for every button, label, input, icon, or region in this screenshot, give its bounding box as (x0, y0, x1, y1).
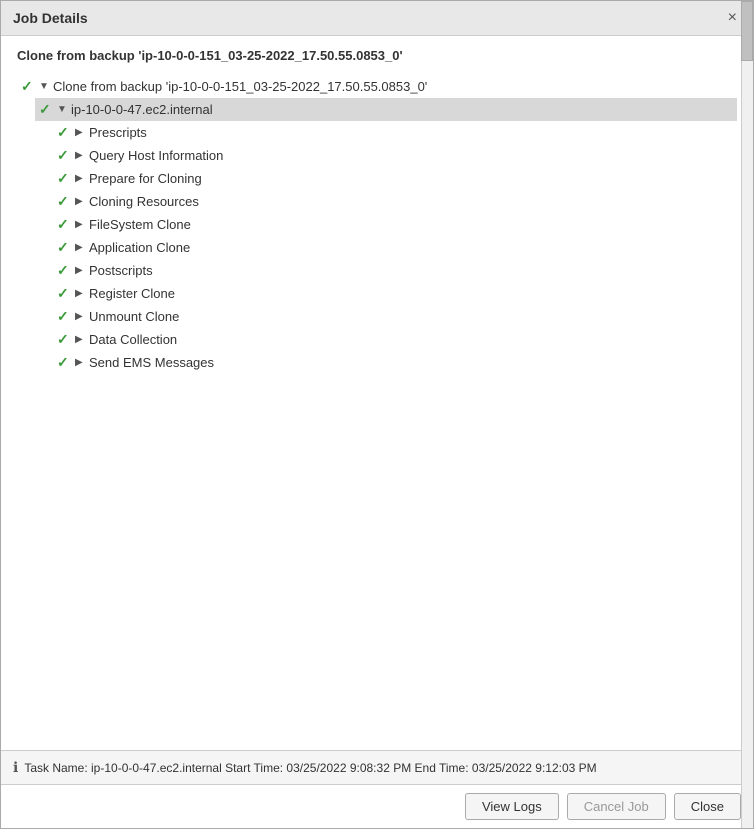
row-label: FileSystem Clone (89, 217, 191, 232)
tree-row[interactable]: ✓ ▶ Data Collection (53, 328, 737, 351)
expand-icon[interactable]: ▶ (75, 127, 89, 138)
row-label: ip-10-0-0-47.ec2.internal (71, 102, 213, 117)
check-icon: ✓ (57, 170, 75, 187)
row-label: Postscripts (89, 263, 153, 278)
row-label: Prescripts (89, 125, 147, 140)
expand-icon[interactable]: ▶ (75, 196, 89, 207)
expand-icon[interactable]: ▶ (75, 150, 89, 161)
check-icon: ✓ (57, 193, 75, 210)
tree-row[interactable]: ✓ ▶ FileSystem Clone (53, 213, 737, 236)
check-icon: ✓ (57, 147, 75, 164)
expand-icon[interactable]: ▶ (75, 311, 89, 322)
collapse-icon[interactable]: ▼ (39, 81, 53, 92)
view-logs-button[interactable]: View Logs (465, 793, 559, 820)
check-icon: ✓ (57, 216, 75, 233)
tree-row[interactable]: ✓ ▼ Clone from backup 'ip-10-0-0-151_03-… (17, 75, 737, 98)
tree-row[interactable]: ✓ ▶ Unmount Clone (53, 305, 737, 328)
footer-info-text: Task Name: ip-10-0-0-47.ec2.internal Sta… (24, 761, 596, 775)
row-label: Prepare for Cloning (89, 171, 202, 186)
tree-row[interactable]: ✓ ▶ Postscripts (53, 259, 737, 282)
tree-container: ✓ ▼ Clone from backup 'ip-10-0-0-151_03-… (17, 75, 737, 374)
dialog-body: Clone from backup 'ip-10-0-0-151_03-25-2… (1, 36, 753, 750)
tree-row[interactable]: ✓ ▶ Send EMS Messages (53, 351, 737, 374)
tree-row[interactable]: ✓ ▶ Prepare for Cloning (53, 167, 737, 190)
check-icon: ✓ (57, 331, 75, 348)
row-label: Send EMS Messages (89, 355, 214, 370)
footer-info-bar: ℹ Task Name: ip-10-0-0-47.ec2.internal S… (1, 750, 753, 784)
expand-icon[interactable]: ▶ (75, 357, 89, 368)
tree-row[interactable]: ✓ ▶ Application Clone (53, 236, 737, 259)
row-label: Register Clone (89, 286, 175, 301)
row-label: Application Clone (89, 240, 190, 255)
check-icon: ✓ (57, 308, 75, 325)
row-label: Unmount Clone (89, 309, 179, 324)
info-icon: ℹ (13, 759, 18, 776)
row-label: Data Collection (89, 332, 177, 347)
scrollbar-thumb[interactable] (741, 1, 753, 61)
check-icon: ✓ (21, 78, 39, 95)
main-title: Clone from backup 'ip-10-0-0-151_03-25-2… (17, 48, 737, 63)
cancel-job-button[interactable]: Cancel Job (567, 793, 666, 820)
expand-icon[interactable]: ▶ (75, 334, 89, 345)
expand-icon[interactable]: ▶ (75, 288, 89, 299)
collapse-icon[interactable]: ▼ (57, 104, 71, 115)
check-icon: ✓ (57, 239, 75, 256)
dialog-header: Job Details × (1, 1, 753, 36)
check-icon: ✓ (57, 354, 75, 371)
row-label: Cloning Resources (89, 194, 199, 209)
footer-buttons: View Logs Cancel Job Close (1, 784, 753, 828)
tree-row[interactable]: ✓ ▼ ip-10-0-0-47.ec2.internal (35, 98, 737, 121)
check-icon: ✓ (57, 262, 75, 279)
expand-icon[interactable]: ▶ (75, 219, 89, 230)
job-details-dialog: Job Details × Clone from backup 'ip-10-0… (0, 0, 754, 829)
check-icon: ✓ (39, 101, 57, 118)
tree-row[interactable]: ✓ ▶ Prescripts (53, 121, 737, 144)
row-label: Query Host Information (89, 148, 223, 163)
scrollbar-track[interactable] (741, 1, 753, 828)
check-icon: ✓ (57, 124, 75, 141)
tree-row[interactable]: ✓ ▶ Register Clone (53, 282, 737, 305)
close-button[interactable]: Close (674, 793, 741, 820)
tree-row[interactable]: ✓ ▶ Query Host Information (53, 144, 737, 167)
row-label: Clone from backup 'ip-10-0-0-151_03-25-2… (53, 79, 427, 94)
check-icon: ✓ (57, 285, 75, 302)
expand-icon[interactable]: ▶ (75, 242, 89, 253)
tree-row[interactable]: ✓ ▶ Cloning Resources (53, 190, 737, 213)
dialog-close-button[interactable]: × (724, 9, 741, 27)
expand-icon[interactable]: ▶ (75, 173, 89, 184)
expand-icon[interactable]: ▶ (75, 265, 89, 276)
dialog-title: Job Details (13, 10, 88, 26)
